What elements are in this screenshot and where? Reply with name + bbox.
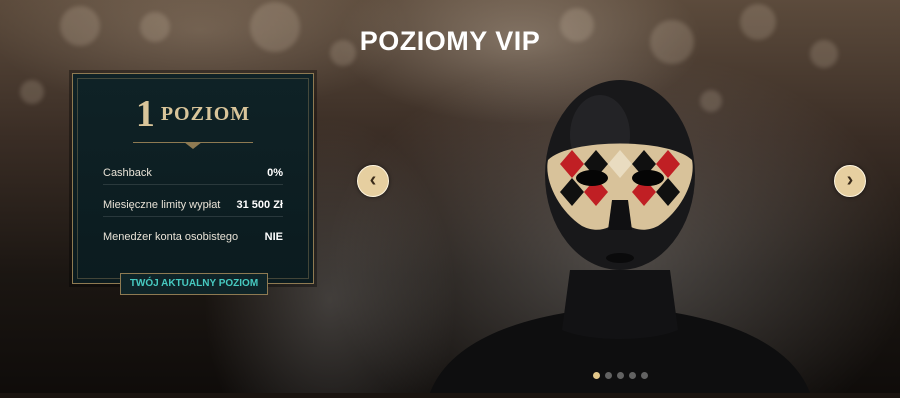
level-number: 1: [135, 93, 155, 135]
level-word: POZIOM: [160, 102, 251, 125]
ornament-triangle: [184, 142, 202, 149]
carousel-dot[interactable]: [593, 372, 600, 379]
benefit-row-withdraw-limit: Miesięczne limity wypłat 31 500 Zł: [103, 194, 283, 217]
current-level-badge: TWÓJ AKTUALNY POZIOM: [120, 273, 268, 295]
carousel-dot[interactable]: [617, 372, 624, 379]
chevron-right-icon: ›: [846, 169, 854, 191]
vip-level-card: 1 POZIOM Cashback 0% Miesięczne limity wy…: [72, 73, 314, 295]
benefit-label: Cashback: [103, 167, 152, 179]
benefit-label: Miesięczne limity wypłat: [103, 199, 221, 211]
carousel-prev-button[interactable]: ‹: [357, 165, 389, 197]
carousel-dot[interactable]: [641, 372, 648, 379]
benefit-value: 0%: [267, 167, 283, 179]
carousel-dot[interactable]: [605, 372, 612, 379]
benefit-value: NIE: [264, 231, 283, 243]
benefit-value: 31 500 Zł: [236, 199, 283, 211]
benefit-row-personal-manager: Menedżer konta osobistego NIE: [103, 226, 283, 248]
benefit-row-cashback: Cashback 0%: [103, 162, 283, 185]
carousel-pagination: [593, 372, 648, 379]
level-heading: 1 POZIOM: [73, 92, 313, 136]
benefit-label: Menedżer konta osobistego: [103, 231, 239, 243]
carousel-next-button[interactable]: ›: [834, 165, 866, 197]
page-title: POZIOMY VIP: [359, 26, 541, 56]
carousel-dot[interactable]: [629, 372, 636, 379]
chevron-left-icon: ‹: [369, 169, 377, 191]
masked-mannequin-image: [420, 80, 820, 398]
